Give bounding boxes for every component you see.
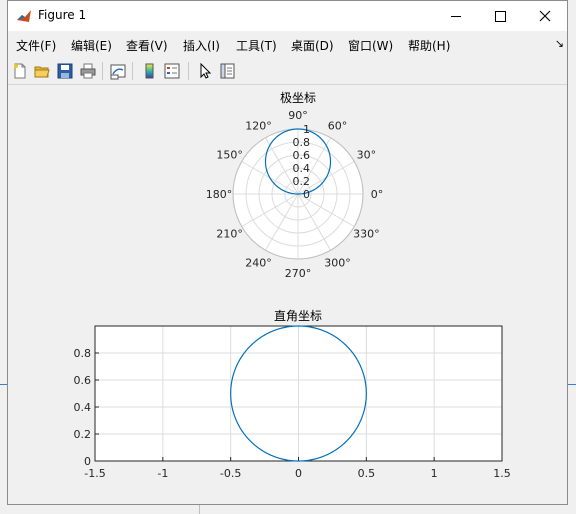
close-button[interactable] (522, 1, 568, 31)
toolbar-separator (188, 62, 189, 80)
toolbar-separator (132, 62, 133, 80)
menu-insert[interactable]: 插入(I) (183, 37, 220, 54)
cartesian-x-tick-label: -1.5 (84, 467, 105, 480)
menu-window[interactable]: 窗口(W) (348, 37, 393, 54)
property-inspector-icon[interactable] (218, 62, 236, 80)
background-app-rule-right (568, 384, 576, 385)
figure-svg: 极坐标 0° 30° 60° 90° 120° 150° 180° 210° 240° 270° 3… (74, 91, 511, 480)
menu-bar: 文件(F) 编辑(E) 查看(V) 插入(I) 工具(T) 桌面(D) 窗口(W… (8, 33, 567, 55)
cartesian-y-tick-label: 0.8 (74, 347, 92, 360)
cartesian-x-tick-label: 0.5 (358, 467, 376, 480)
print-icon[interactable] (79, 62, 97, 80)
menu-help[interactable]: 帮助(H) (408, 37, 450, 54)
new-figure-icon[interactable] (11, 62, 29, 80)
menu-desktop[interactable]: 桌面(D) (291, 37, 334, 54)
polar-r-tick-label: 0.2 (293, 175, 311, 188)
polar-angle-label: 240° (245, 256, 272, 269)
matlab-icon (16, 8, 32, 24)
menu-file[interactable]: 文件(F) (16, 37, 56, 54)
polar-angle-label: 30° (357, 149, 377, 162)
window-title: Figure 1 (38, 8, 87, 22)
polar-angle-label: 90° (288, 109, 308, 122)
menu-view[interactable]: 查看(V) (126, 37, 168, 54)
toolbar (8, 58, 567, 85)
colorbar-icon[interactable] (141, 62, 159, 80)
close-icon (539, 10, 551, 22)
background-app-rule-left (0, 384, 7, 385)
maximize-icon (495, 11, 506, 22)
cartesian-title: 直角坐标 (274, 309, 322, 323)
legend-icon[interactable] (163, 62, 181, 80)
polar-angle-label: 300° (324, 256, 351, 269)
polar-angle-label: 330° (353, 228, 380, 241)
polar-r-tick-label: 0.4 (293, 162, 311, 175)
cartesian-axes[interactable]: -1.5 -1 -0.5 0 0.5 1 1.5 0 0.2 0.4 0.6 0.8 (74, 325, 511, 480)
menu-tools[interactable]: 工具(T) (236, 37, 277, 54)
minimize-icon (451, 16, 461, 17)
dock-arrow-icon[interactable]: ↘ (555, 37, 564, 50)
cartesian-x-tick-label: 1 (431, 467, 438, 480)
toolbar-separator (102, 62, 103, 80)
polar-r-tick-label: 0.6 (293, 149, 311, 162)
polar-r-tick-label: 1 (303, 123, 310, 136)
background-app-divider (199, 505, 200, 514)
minimize-button[interactable] (433, 1, 479, 31)
figure-window: Figure 1 文件(F) 编辑(E) 查看(V) 插入(I) 工具(T) 桌… (7, 0, 568, 505)
polar-r-tick-label: 0.8 (293, 136, 311, 149)
polar-angle-label: 270° (285, 267, 312, 280)
cartesian-x-tick-label: -1 (157, 467, 168, 480)
polar-title: 极坐标 (280, 91, 316, 105)
pointer-icon[interactable] (196, 62, 214, 80)
polar-angle-label: 210° (216, 228, 243, 241)
link-plot-icon[interactable] (109, 62, 127, 80)
cartesian-x-tick-label: 1.5 (493, 467, 511, 480)
cartesian-x-tick-label: -0.5 (220, 467, 241, 480)
polar-angle-label: 150° (216, 149, 243, 162)
polar-axes[interactable]: 0° 30° 60° 90° 120° 150° 180° 210° 240° 270° 300° 3… (206, 109, 384, 280)
cartesian-y-tick-label: 0.4 (74, 401, 92, 414)
cartesian-x-tick-label: 0 (295, 467, 302, 480)
polar-angle-label: 60° (328, 120, 348, 133)
figure-canvas: 极坐标 0° 30° 60° 90° 120° 150° 180° 210° 240° 270° 3… (8, 86, 567, 505)
polar-angle-label: 0° (371, 188, 384, 201)
polar-angle-label: 180° (206, 188, 233, 201)
cartesian-y-tick-label: 0 (84, 455, 91, 468)
cartesian-y-tick-label: 0.2 (74, 428, 92, 441)
polar-angle-label: 120° (245, 120, 272, 133)
maximize-button[interactable] (477, 1, 523, 31)
title-bar[interactable]: Figure 1 (8, 1, 567, 31)
menu-edit[interactable]: 编辑(E) (71, 37, 112, 54)
polar-r-tick-label: 0 (303, 188, 310, 201)
save-icon[interactable] (56, 62, 74, 80)
open-file-icon[interactable] (33, 62, 51, 80)
cartesian-y-tick-label: 0.6 (74, 374, 92, 387)
